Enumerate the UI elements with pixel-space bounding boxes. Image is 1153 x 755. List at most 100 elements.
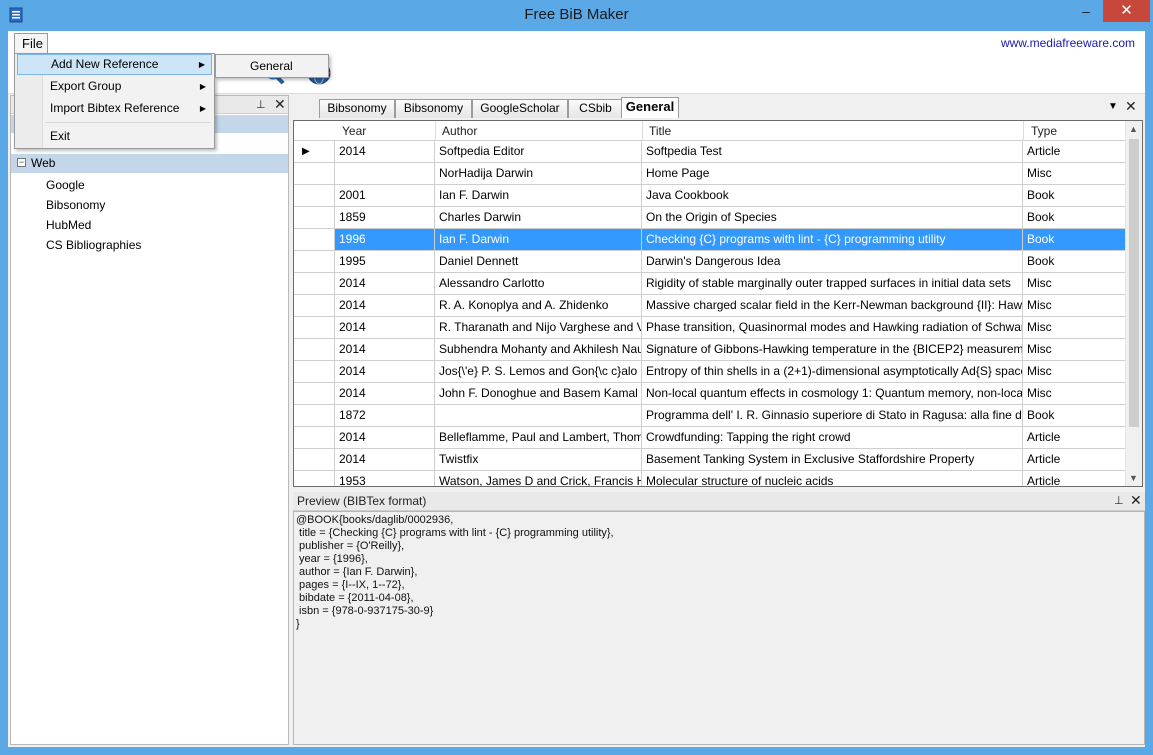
- table-cell[interactable]: R. A. Konoplya and A. Zhidenko: [435, 295, 642, 316]
- table-cell[interactable]: Article: [1023, 427, 1126, 448]
- row-header[interactable]: [294, 251, 335, 272]
- table-cell[interactable]: [335, 163, 435, 184]
- row-header[interactable]: [294, 317, 335, 338]
- tree-item-hubmed[interactable]: HubMed: [46, 218, 91, 232]
- tree-node-web[interactable]: − Web: [11, 154, 288, 173]
- table-cell[interactable]: Misc: [1023, 317, 1126, 338]
- table-cell[interactable]: NorHadija Darwin: [435, 163, 642, 184]
- table-cell[interactable]: Jos{\'e} P. S. Lemos and Gon{\c c}alo ..…: [435, 361, 642, 382]
- table-cell[interactable]: 2014: [335, 449, 435, 470]
- table-cell[interactable]: Twistfix: [435, 449, 642, 470]
- tab-bibsonomy-1[interactable]: Bibsonomy: [319, 99, 395, 118]
- table-row[interactable]: 2014 Jos{\'e} P. S. Lemos and Gon{\c c}al…: [294, 361, 1126, 383]
- table-cell[interactable]: Crowdfunding: Tapping the right crowd: [642, 427, 1023, 448]
- table-cell[interactable]: Book: [1023, 185, 1126, 206]
- table-cell[interactable]: Misc: [1023, 273, 1126, 294]
- tree-item-bibsonomy[interactable]: Bibsonomy: [46, 198, 105, 212]
- tab-bibsonomy-2[interactable]: Bibsonomy: [395, 99, 472, 118]
- table-cell[interactable]: Non-local quantum effects in cosmology 1…: [642, 383, 1023, 404]
- table-row[interactable]: 1872 Programma dell' I. R. Ginnasio super…: [294, 405, 1126, 427]
- table-row[interactable]: 1995 Daniel Dennett Darwin's Dangerous Ide…: [294, 251, 1126, 273]
- row-header[interactable]: [294, 185, 335, 206]
- table-cell[interactable]: Misc: [1023, 361, 1126, 382]
- table-cell[interactable]: Ian F. Darwin: [435, 229, 642, 250]
- menu-item-add-new-reference[interactable]: Add New Reference ▶: [17, 54, 212, 75]
- close-panel-icon[interactable]: ✕: [274, 96, 286, 113]
- table-cell[interactable]: Daniel Dennett: [435, 251, 642, 272]
- table-cell[interactable]: Misc: [1023, 339, 1126, 360]
- table-cell[interactable]: 1953: [335, 471, 435, 486]
- table-cell[interactable]: Rigidity of stable marginally outer trap…: [642, 273, 1023, 294]
- table-cell[interactable]: Home Page: [642, 163, 1023, 184]
- bibtex-preview[interactable]: @BOOK{books/daglib/0002936, title = {Che…: [293, 511, 1145, 745]
- table-cell[interactable]: Article: [1023, 471, 1126, 486]
- table-cell[interactable]: Misc: [1023, 295, 1126, 316]
- column-header-type[interactable]: Type: [1031, 124, 1057, 138]
- table-cell[interactable]: Signature of Gibbons-Hawking temperature…: [642, 339, 1023, 360]
- table-row[interactable]: 2014 Subhendra Mohanty and Akhilesh Nauti…: [294, 339, 1126, 361]
- tab-csbib[interactable]: CSbib: [568, 99, 623, 118]
- table-row[interactable]: 2014 Twistfix Basement Tanking System in E…: [294, 449, 1126, 471]
- table-cell[interactable]: Book: [1023, 207, 1126, 228]
- tree-item-google[interactable]: Google: [46, 178, 85, 192]
- table-row[interactable]: 2014Belleflamme, Paul and Lambert, Thoma…: [294, 427, 1126, 449]
- table-cell[interactable]: 2014: [335, 273, 435, 294]
- minimize-button[interactable]: –: [1072, 0, 1100, 22]
- table-cell[interactable]: 2014: [335, 317, 435, 338]
- table-cell[interactable]: Massive charged scalar field in the Kerr…: [642, 295, 1023, 316]
- scroll-up-icon[interactable]: ▲: [1129, 124, 1138, 134]
- table-cell[interactable]: Checking {C} programs with lint - {C} pr…: [642, 229, 1023, 250]
- row-header[interactable]: [294, 229, 335, 250]
- table-cell[interactable]: Book: [1023, 405, 1126, 426]
- table-row[interactable]: ▶ 2014 Softpedia Editor Softpedia Test Artic…: [294, 141, 1126, 163]
- row-header[interactable]: [294, 361, 335, 382]
- table-cell[interactable]: 2014: [335, 339, 435, 360]
- table-cell[interactable]: 1872: [335, 405, 435, 426]
- column-header-author[interactable]: Author: [442, 124, 477, 138]
- table-cell[interactable]: 2014: [335, 141, 435, 162]
- table-cell[interactable]: Programma dell' I. R. Ginnasio superiore…: [642, 405, 1023, 426]
- table-cell[interactable]: Phase transition, Quasinormal modes and …: [642, 317, 1023, 338]
- table-cell[interactable]: Charles Darwin: [435, 207, 642, 228]
- menu-file[interactable]: File: [14, 33, 48, 54]
- table-cell[interactable]: Subhendra Mohanty and Akhilesh Nauti...: [435, 339, 642, 360]
- table-cell[interactable]: Entropy of thin shells in a (2+1)-dimens…: [642, 361, 1023, 382]
- menu-item-export-group[interactable]: Export Group ▶: [17, 76, 212, 97]
- table-cell[interactable]: Basement Tanking System in Exclusive Sta…: [642, 449, 1023, 470]
- table-cell[interactable]: 2014: [335, 361, 435, 382]
- table-cell[interactable]: Molecular structure of nucleic acids: [642, 471, 1023, 486]
- table-cell[interactable]: 1996: [335, 229, 435, 250]
- column-header-title[interactable]: Title: [649, 124, 671, 138]
- table-cell[interactable]: 2014: [335, 427, 435, 448]
- table-row[interactable]: 2001 Ian F. Darwin Java Cookbook Book: [294, 185, 1126, 207]
- row-header[interactable]: [294, 163, 335, 184]
- close-button[interactable]: ✕: [1103, 0, 1150, 22]
- row-header[interactable]: [294, 295, 335, 316]
- pin-icon[interactable]: ⊥: [256, 98, 266, 111]
- table-cell[interactable]: Darwin's Dangerous Idea: [642, 251, 1023, 272]
- table-cell[interactable]: 2014: [335, 295, 435, 316]
- table-cell[interactable]: On the Origin of Species: [642, 207, 1023, 228]
- table-cell[interactable]: R. Tharanath and Nijo Varghese and V ...: [435, 317, 642, 338]
- row-header[interactable]: [294, 339, 335, 360]
- row-header[interactable]: [294, 273, 335, 294]
- table-row[interactable]: 2014 Alessandro Carlotto Rigidity of stabl…: [294, 273, 1126, 295]
- submenu-item-general[interactable]: General: [215, 54, 329, 78]
- tree-item-cs-bibliographies[interactable]: CS Bibliographies: [46, 238, 141, 252]
- table-cell[interactable]: Java Cookbook: [642, 185, 1023, 206]
- menu-item-import-bibtex-reference[interactable]: Import Bibtex Reference ▶: [17, 98, 212, 119]
- table-cell[interactable]: 1995: [335, 251, 435, 272]
- row-header[interactable]: [294, 449, 335, 470]
- table-cell[interactable]: Softpedia Test: [642, 141, 1023, 162]
- row-header[interactable]: [294, 471, 335, 486]
- table-row[interactable]: 1996 Ian F. Darwin Checking {C} programs w…: [294, 229, 1126, 251]
- pin-icon[interactable]: ⊥: [1114, 494, 1124, 507]
- table-row[interactable]: 2014 R. A. Konoplya and A. Zhidenko Massiv…: [294, 295, 1126, 317]
- table-cell[interactable]: 2014: [335, 383, 435, 404]
- table-cell[interactable]: Watson, James D and Crick, Francis HC...: [435, 471, 642, 486]
- table-cell[interactable]: 2001: [335, 185, 435, 206]
- tab-list-dropdown-icon[interactable]: ▼: [1108, 101, 1118, 112]
- row-header[interactable]: [294, 207, 335, 228]
- table-cell[interactable]: [435, 405, 642, 426]
- table-cell[interactable]: Ian F. Darwin: [435, 185, 642, 206]
